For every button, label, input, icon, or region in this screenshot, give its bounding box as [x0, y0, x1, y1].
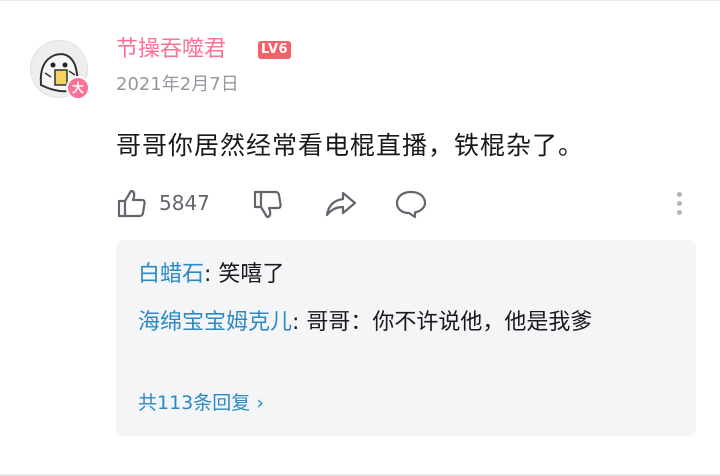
view-more-replies-link[interactable]: 共113条回复 › — [138, 388, 264, 418]
reply-item: 白蜡石: 笑嘻了 — [138, 256, 678, 294]
thumbs-down-icon — [253, 190, 282, 219]
reply-item: 海绵宝宝姆克儿: 哥哥：你不许说他，他是我爹 — [138, 304, 678, 342]
more-replies-label: 共113条回复 — [138, 392, 251, 414]
dislike-button[interactable] — [252, 189, 284, 225]
share-icon — [325, 191, 357, 217]
share-button[interactable] — [324, 189, 358, 223]
reply-separator: : — [292, 310, 307, 335]
reply-author[interactable]: 白蜡石 — [138, 262, 204, 287]
top-divider — [0, 0, 720, 1]
thumbs-up-icon — [117, 189, 146, 218]
comment-icon — [395, 190, 427, 219]
reply-author[interactable]: 海绵宝宝姆克儿 — [138, 310, 292, 335]
chevron-right-icon: › — [256, 392, 264, 414]
reply-text: 哥哥：你不许说他，他是我爹 — [306, 310, 593, 335]
more-vertical-icon[interactable] — [670, 188, 690, 218]
level-badge: LV6 — [258, 41, 292, 59]
comment-text: 哥哥你居然经常看电棍直播，铁棍杂了。 — [116, 131, 585, 160]
like-count: 5847 — [159, 191, 210, 215]
comment-date: 2021年2月7日 — [116, 74, 239, 95]
reply-text: 笑嘻了 — [218, 262, 285, 287]
reply-separator: : — [204, 262, 219, 287]
like-button[interactable] — [116, 187, 148, 223]
vip-badge: 大 — [66, 76, 90, 100]
username[interactable]: 节操吞噬君 — [116, 35, 226, 65]
replies-panel: 白蜡石: 笑嘻了 海绵宝宝姆克儿: 哥哥：你不许说他，他是我爹 共113条回复 … — [116, 240, 696, 436]
reply-button[interactable] — [394, 188, 428, 224]
